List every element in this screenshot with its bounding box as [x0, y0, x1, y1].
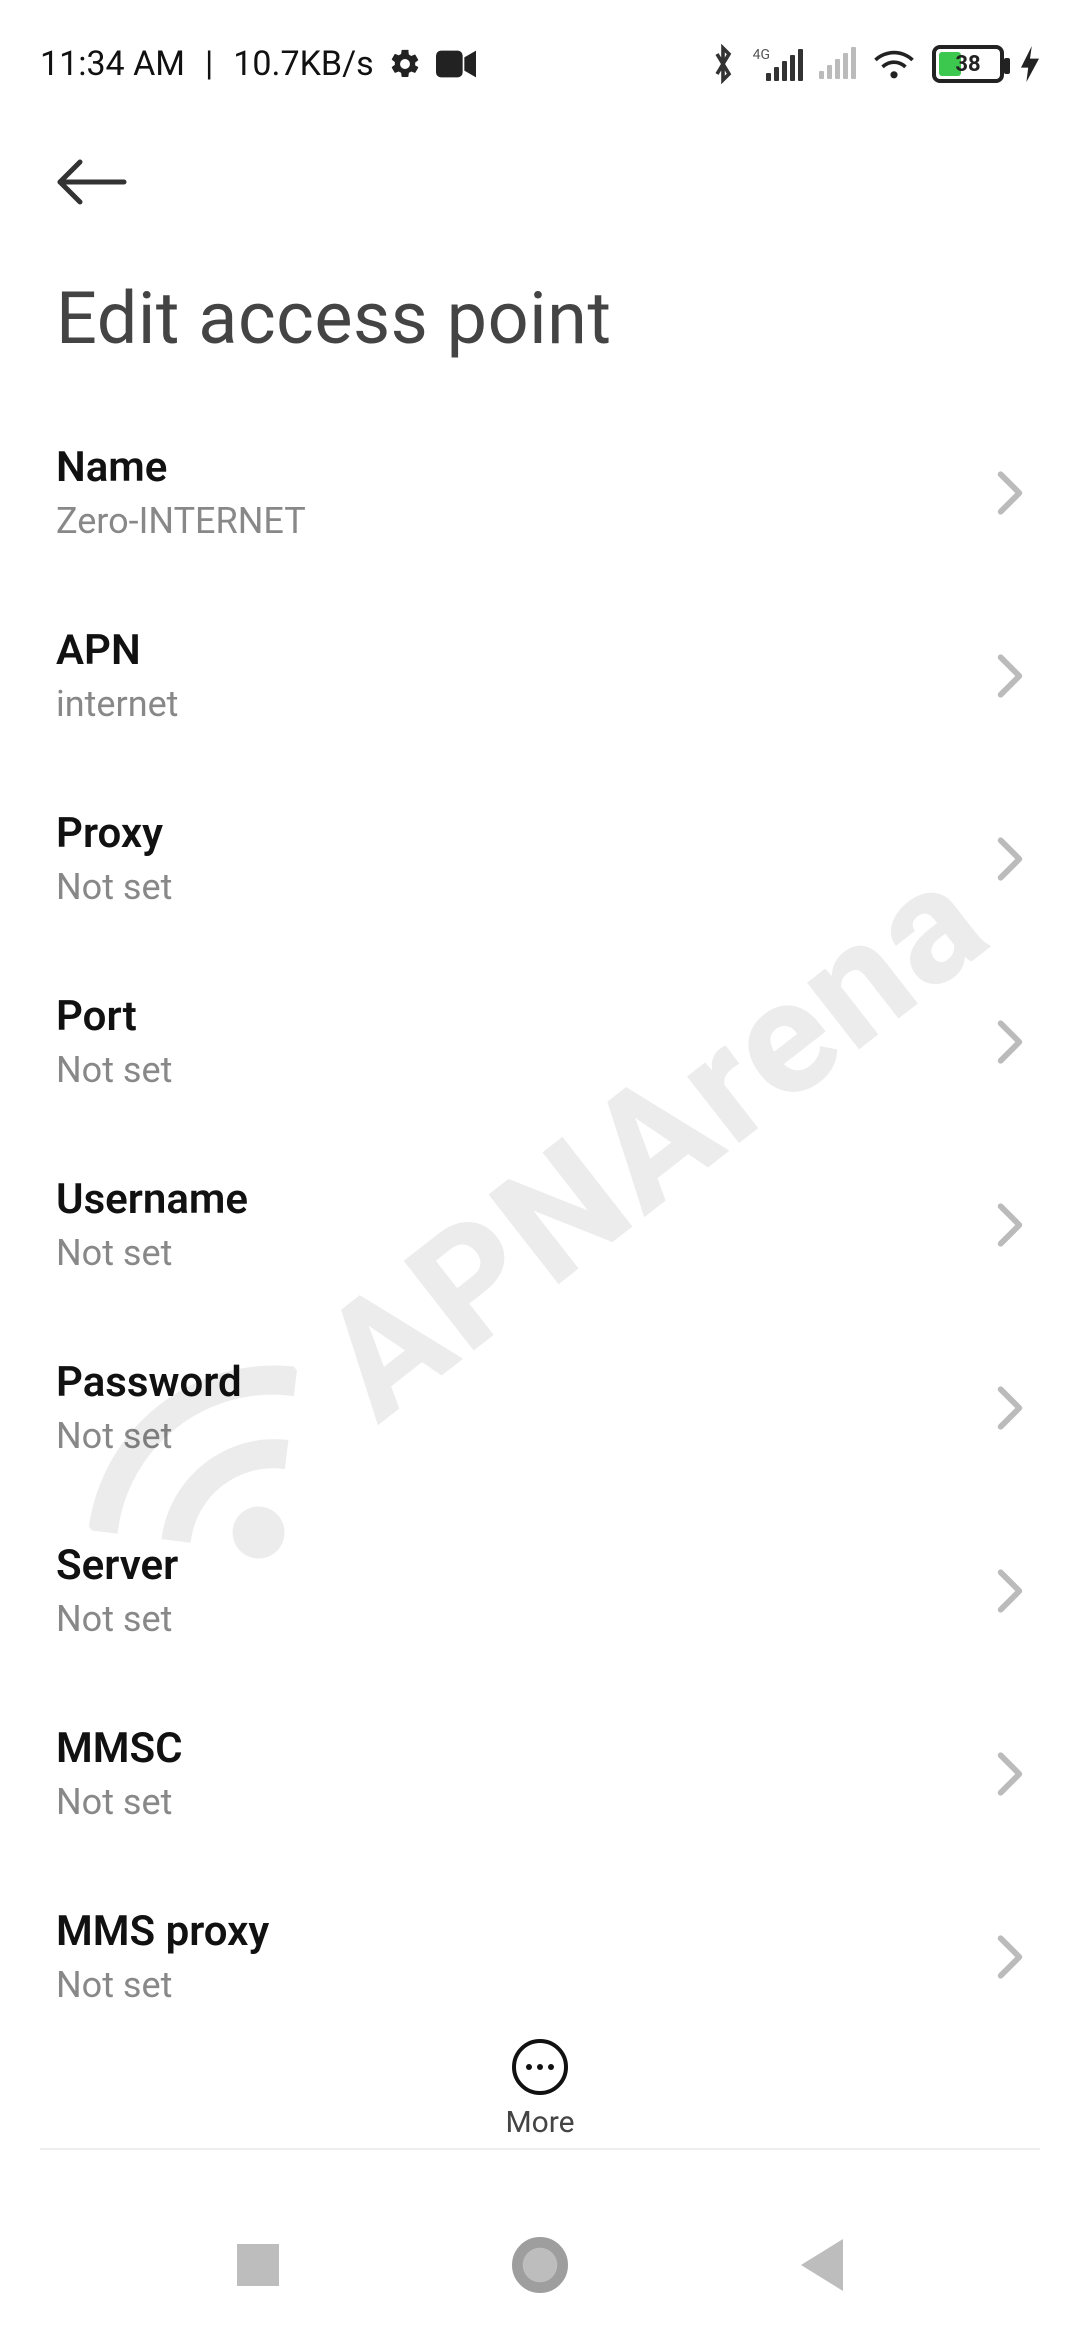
chevron-right-icon — [996, 1750, 1024, 1798]
status-divider: | — [205, 44, 213, 84]
charging-bolt-icon — [1020, 46, 1040, 82]
chevron-right-icon — [996, 1567, 1024, 1615]
page-title: Edit access point — [56, 276, 1024, 361]
row-value: Zero-INTERNET — [56, 500, 306, 542]
more-button[interactable] — [512, 2039, 568, 2095]
page-header: Edit access point — [0, 100, 1080, 371]
wifi-icon — [872, 46, 916, 82]
status-right: 4G 38 — [709, 44, 1040, 84]
battery-percent: 38 — [936, 52, 1000, 77]
sim2-signal-icon — [819, 49, 856, 79]
settings-row-username[interactable]: Username Not set — [0, 1133, 1080, 1316]
row-value: Not set — [56, 1415, 242, 1457]
row-label: Password — [56, 1358, 242, 1407]
status-time: 11:34 AM — [40, 44, 185, 84]
row-label: Server — [56, 1541, 178, 1590]
status-network-speed: 10.7KB/s — [233, 44, 373, 84]
bottom-action-bar: More — [0, 2039, 1080, 2140]
row-label: Username — [56, 1175, 248, 1224]
chevron-right-icon — [996, 1933, 1024, 1981]
settings-list: Name Zero-INTERNET APN internet Proxy Not set… — [0, 371, 1080, 2048]
settings-row-apn[interactable]: APN internet — [0, 584, 1080, 767]
status-left: 11:34 AM | 10.7KB/s — [40, 44, 476, 84]
settings-row-password[interactable]: Password Not set — [0, 1316, 1080, 1499]
row-value: Not set — [56, 1964, 269, 2006]
nav-home-button[interactable] — [512, 2237, 568, 2293]
video-camera-icon — [436, 49, 476, 79]
battery-icon: 38 — [932, 45, 1004, 83]
status-bar: 11:34 AM | 10.7KB/s 4G — [0, 0, 1080, 100]
row-label: Name — [56, 443, 306, 492]
row-value: Not set — [56, 866, 172, 908]
row-value: Not set — [56, 1232, 248, 1274]
row-value: Not set — [56, 1049, 172, 1091]
row-value: Not set — [56, 1781, 183, 1823]
chevron-right-icon — [996, 1384, 1024, 1432]
bluetooth-icon — [709, 44, 737, 84]
nav-recent-apps-button[interactable] — [237, 2244, 279, 2286]
system-navigation-bar — [0, 2190, 1080, 2340]
row-label: APN — [56, 626, 178, 675]
row-value: internet — [56, 683, 178, 725]
bottom-divider — [40, 2148, 1040, 2150]
row-label: MMSC — [56, 1724, 183, 1773]
back-button[interactable] — [56, 142, 136, 222]
chevron-right-icon — [996, 652, 1024, 700]
settings-row-name[interactable]: Name Zero-INTERNET — [0, 401, 1080, 584]
settings-row-port[interactable]: Port Not set — [0, 950, 1080, 1133]
chevron-right-icon — [996, 469, 1024, 517]
row-label: Proxy — [56, 809, 172, 858]
settings-row-proxy[interactable]: Proxy Not set — [0, 767, 1080, 950]
arrow-left-icon — [56, 158, 128, 206]
row-value: Not set — [56, 1598, 178, 1640]
chevron-right-icon — [996, 1018, 1024, 1066]
chevron-right-icon — [996, 835, 1024, 883]
chevron-right-icon — [996, 1201, 1024, 1249]
settings-row-server[interactable]: Server Not set — [0, 1499, 1080, 1682]
settings-row-mmsc[interactable]: MMSC Not set — [0, 1682, 1080, 1865]
row-label: Port — [56, 992, 172, 1041]
settings-row-mms-proxy[interactable]: MMS proxy Not set — [0, 1865, 1080, 2048]
more-label: More — [505, 2105, 574, 2140]
row-label: MMS proxy — [56, 1907, 269, 1956]
sim1-signal-icon — [766, 51, 803, 81]
nav-back-button[interactable] — [801, 2239, 843, 2291]
gear-icon — [388, 47, 422, 81]
